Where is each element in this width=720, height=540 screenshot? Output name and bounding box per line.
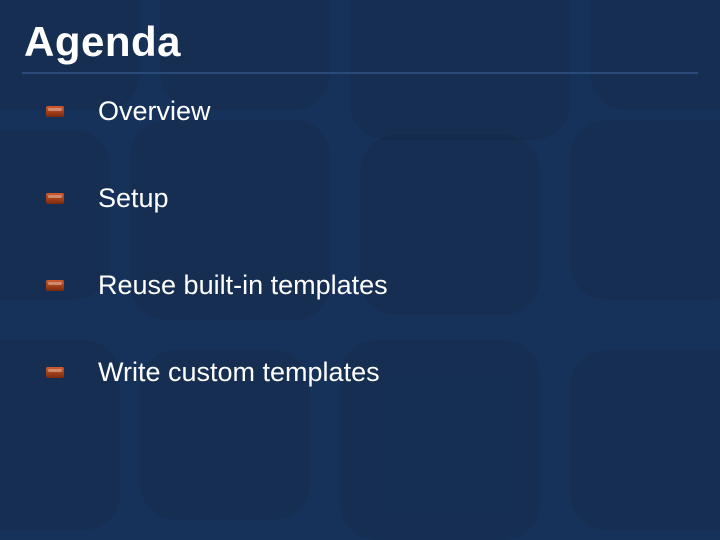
bullet-list: Overview Setup Reuse built-in templates … xyxy=(46,96,680,444)
title-underline xyxy=(22,72,698,74)
bullet-icon xyxy=(46,193,64,204)
bullet-text: Write custom templates xyxy=(98,357,380,388)
bullet-text: Overview xyxy=(98,96,211,127)
bullet-text: Reuse built-in templates xyxy=(98,270,388,301)
bullet-icon xyxy=(46,367,64,378)
list-item: Write custom templates xyxy=(46,357,680,388)
list-item: Overview xyxy=(46,96,680,127)
slide-title: Agenda xyxy=(24,18,181,66)
list-item: Setup xyxy=(46,183,680,214)
bullet-icon xyxy=(46,106,64,117)
bullet-text: Setup xyxy=(98,183,169,214)
list-item: Reuse built-in templates xyxy=(46,270,680,301)
bullet-icon xyxy=(46,280,64,291)
